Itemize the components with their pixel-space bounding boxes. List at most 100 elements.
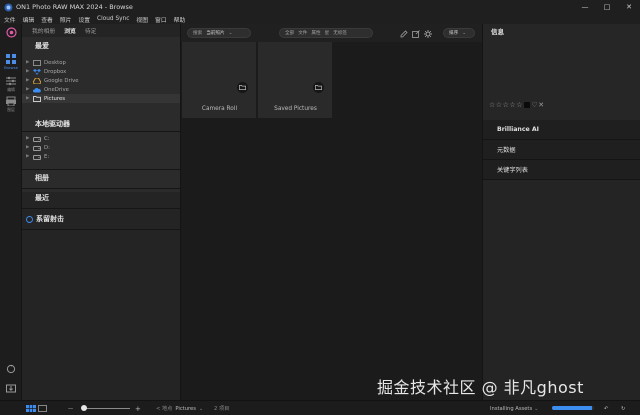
keyword-list-row[interactable]: 关键字列表 (483, 160, 640, 180)
rating-stars[interactable]: ☆ ☆ ☆ ☆ ☆ ♡ ✕ (489, 101, 545, 109)
filter-stars[interactable]: 星 (325, 30, 330, 36)
menu-file[interactable]: 文件 (4, 15, 16, 24)
star-icon[interactable]: ☆ (496, 101, 502, 109)
menu-edit[interactable]: 编辑 (23, 15, 35, 24)
browser-tabs: 我的相册 浏览 待定 (22, 24, 180, 37)
section-divider (22, 229, 180, 230)
favorite-label: Pictures (44, 95, 65, 102)
location-breadcrumb[interactable]: < 地点 Pictures ⌄ (156, 404, 203, 413)
menu-window[interactable]: 窗口 (155, 15, 167, 24)
info-title[interactable]: 信息 (483, 24, 640, 38)
reset-icon: ↻ (621, 405, 626, 412)
favorite-onedrive[interactable]: ▶ OneDrive (22, 85, 180, 94)
watermark-text: 掘金技术社区 @ 非凡ghost (377, 378, 584, 397)
menu-photo[interactable]: 照片 (60, 15, 72, 24)
edit-icon[interactable] (399, 29, 408, 38)
menu-view-browse[interactable]: 查看 (41, 15, 53, 24)
local-drives-title[interactable]: 本地驱动器 (22, 118, 180, 130)
brightness-icon[interactable] (423, 29, 432, 38)
sliders-icon (6, 76, 16, 86)
rail-edit-label: 编辑 (7, 87, 15, 92)
filter-pill-group[interactable]: 全部 文件 属性 星 无标签 (279, 28, 373, 38)
grid-view-icon[interactable] (26, 405, 36, 412)
filter-attributes[interactable]: 属性 (311, 30, 320, 36)
favorite-heart-icon[interactable]: ♡ (531, 101, 537, 109)
menu-bar: 文件 编辑 查看 照片 设置 Cloud Sync 视图 窗口 帮助 (0, 14, 640, 24)
zoom-in-button[interactable]: + (135, 404, 141, 413)
onedrive-cloud-icon (32, 86, 42, 93)
menu-help[interactable]: 帮助 (174, 15, 186, 24)
close-icon[interactable]: ✕ (618, 0, 640, 14)
metadata-row[interactable]: 元数据 (483, 140, 640, 160)
desktop-folder-icon (32, 59, 42, 66)
thumbnail-camera-roll[interactable]: Camera Roll (182, 42, 257, 118)
favorite-dropbox[interactable]: ▶ Dropbox (22, 67, 180, 76)
drive-d[interactable]: ▶ D: (22, 143, 180, 152)
star-icon[interactable]: ☆ (489, 101, 495, 109)
grid-icon (6, 54, 16, 64)
drive-c[interactable]: ▶ C: (22, 134, 180, 143)
photo-edit-icon[interactable] (411, 29, 420, 38)
tethered-shooting-title: 系留射击 (36, 215, 64, 223)
albums-title[interactable]: 相册 (22, 172, 180, 184)
single-view-icon[interactable] (38, 405, 47, 412)
drive-label: C: (44, 135, 50, 142)
star-icon[interactable]: ☆ (503, 101, 509, 109)
star-icon[interactable]: ☆ (509, 101, 515, 109)
rail-import[interactable] (0, 383, 22, 393)
folder-icon (313, 82, 324, 93)
favorite-pictures[interactable]: ▶ Pictures (22, 94, 180, 103)
star-icon[interactable]: ☆ (516, 101, 522, 109)
tab-my-albums[interactable]: 我的相册 (32, 26, 55, 35)
chevron-down-icon: ⌄ (534, 405, 539, 412)
rail-edit[interactable]: 编辑 (0, 76, 22, 93)
google-drive-icon (32, 77, 42, 84)
reject-x-icon[interactable]: ✕ (538, 101, 544, 109)
window-controls: — □ ✕ (574, 0, 640, 14)
filter-files[interactable]: 文件 (298, 30, 307, 36)
brand-icon (5, 27, 17, 38)
info-panel: 信息 ☆ ☆ ☆ ☆ ☆ ♡ ✕ Brilliance AI 元数据 关键字列表 (482, 24, 640, 400)
rail-browse[interactable]: Browse (0, 54, 22, 70)
reset-button[interactable]: ↻ (621, 404, 625, 413)
tab-pending[interactable]: 待定 (85, 26, 97, 35)
zoom-out-button[interactable]: — (68, 404, 73, 413)
drive-e[interactable]: ▶ E: (22, 152, 180, 161)
thumbnail-size-slider[interactable] (84, 408, 130, 409)
title-bar: ON1 Photo RAW MAX 2024 - Browse — □ ✕ (0, 0, 640, 14)
item-count-text: 2 项目 (214, 406, 230, 412)
favorite-desktop[interactable]: ▶ Desktop (22, 58, 180, 67)
search-scope-select[interactable]: 搜索 当前照片 ⌄ (187, 28, 251, 38)
brilliance-ai-row[interactable]: Brilliance AI (483, 120, 640, 140)
view-mode-toggle[interactable] (26, 404, 47, 413)
recent-title[interactable]: 最近 (22, 192, 180, 204)
rail-browse-label: Browse (4, 65, 18, 70)
rail-layers[interactable]: 图层 (0, 96, 22, 113)
install-status[interactable]: Installing Assets ⌄ (490, 404, 539, 413)
favorite-label: Dropbox (44, 68, 67, 75)
tethered-shooting-row[interactable]: 系留射击 (22, 213, 180, 225)
menu-view[interactable]: 视图 (136, 15, 148, 24)
slider-handle[interactable] (81, 405, 87, 411)
thumbnail-saved-pictures[interactable]: Saved Pictures (258, 42, 333, 118)
minimize-icon[interactable]: — (574, 0, 596, 14)
tab-browse[interactable]: 浏览 (64, 26, 76, 35)
drive-icon (32, 153, 42, 160)
sort-select[interactable]: 排序 ⌄ (443, 28, 475, 38)
window-title: ON1 Photo RAW MAX 2024 - Browse (16, 3, 133, 11)
maximize-icon[interactable]: □ (596, 0, 618, 14)
favorites-title[interactable]: 最爱 (22, 40, 180, 52)
filter-no-label[interactable]: 无标签 (333, 30, 347, 36)
rail-cloud[interactable] (0, 364, 22, 374)
undo-button[interactable]: ↶ (604, 404, 608, 413)
rail-logo (0, 27, 22, 38)
undo-icon: ↶ (604, 405, 609, 412)
menu-settings[interactable]: 设置 (78, 15, 90, 24)
filter-all[interactable]: 全部 (285, 30, 294, 36)
thumbnail-grid: 搜索 当前照片 ⌄ 全部 文件 属性 星 无标签 排序 ⌄ Camera Rol… (180, 24, 483, 400)
favorite-label: OneDrive (44, 86, 69, 93)
progress-fill (552, 406, 592, 410)
menu-cloud-sync[interactable]: Cloud Sync (97, 16, 129, 22)
color-label-icon[interactable] (523, 102, 530, 108)
favorite-google-drive[interactable]: ▶ Google Drive (22, 76, 180, 85)
